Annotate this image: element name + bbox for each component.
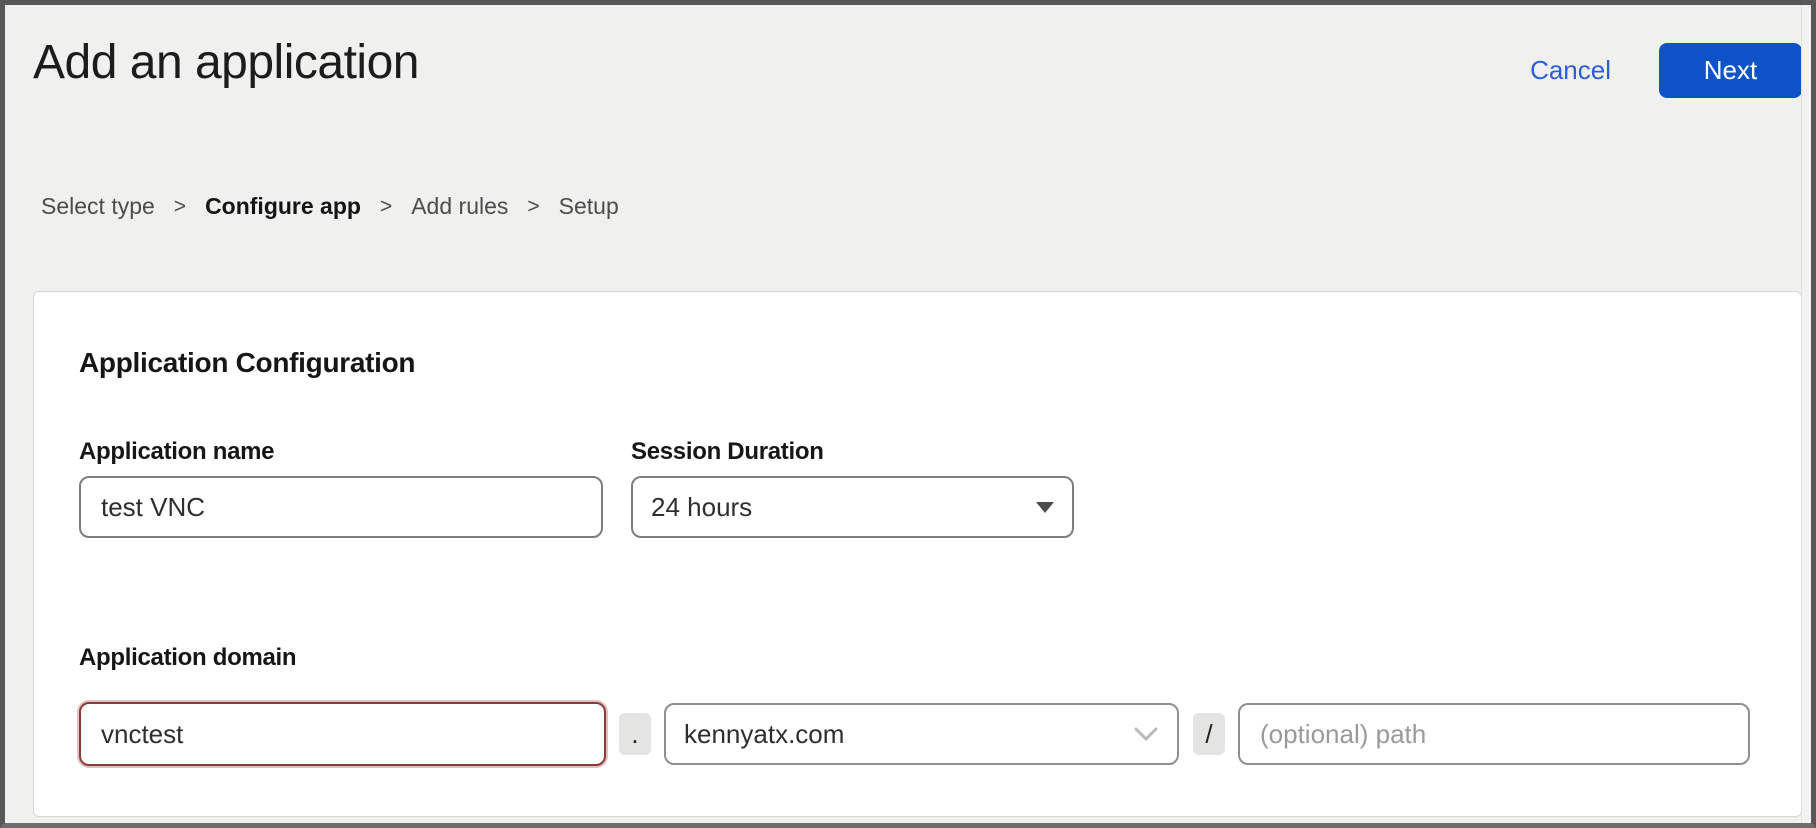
breadcrumb-step-setup[interactable]: Setup xyxy=(559,193,619,220)
breadcrumb-separator: > xyxy=(527,195,539,219)
next-button[interactable]: Next xyxy=(1659,43,1802,98)
domain-select-value: kennyatx.com xyxy=(684,719,844,750)
domain-select[interactable]: kennyatx.com xyxy=(664,703,1179,765)
session-duration-value: 24 hours xyxy=(651,492,752,523)
application-domain-label: Application domain xyxy=(79,644,296,672)
path-input[interactable] xyxy=(1238,703,1750,765)
add-application-window: Add an application Cancel Next Select ty… xyxy=(0,0,1816,828)
application-name-label: Application name xyxy=(79,438,274,466)
slash-separator: / xyxy=(1193,713,1225,755)
breadcrumb-separator: > xyxy=(174,195,186,219)
session-duration-select[interactable]: 24 hours xyxy=(631,476,1074,538)
breadcrumb: Select type > Configure app > Add rules … xyxy=(41,193,619,220)
cancel-button[interactable]: Cancel xyxy=(1530,55,1611,86)
dot-separator: . xyxy=(619,713,651,755)
application-name-input[interactable] xyxy=(79,476,603,538)
subdomain-input[interactable] xyxy=(79,702,606,766)
session-duration-label: Session Duration xyxy=(631,438,824,466)
chevron-down-icon xyxy=(1133,726,1159,742)
page-title: Add an application xyxy=(33,35,419,90)
breadcrumb-step-add-rules[interactable]: Add rules xyxy=(411,193,508,220)
configuration-card: Application Configuration Application na… xyxy=(33,291,1802,817)
breadcrumb-step-select-type[interactable]: Select type xyxy=(41,193,155,220)
dropdown-arrow-icon xyxy=(1036,502,1054,513)
breadcrumb-separator: > xyxy=(380,195,392,219)
breadcrumb-step-configure-app[interactable]: Configure app xyxy=(205,193,361,220)
scrollbar[interactable] xyxy=(1801,5,1811,823)
header-actions: Cancel Next xyxy=(1530,43,1802,98)
section-title: Application Configuration xyxy=(79,347,415,379)
